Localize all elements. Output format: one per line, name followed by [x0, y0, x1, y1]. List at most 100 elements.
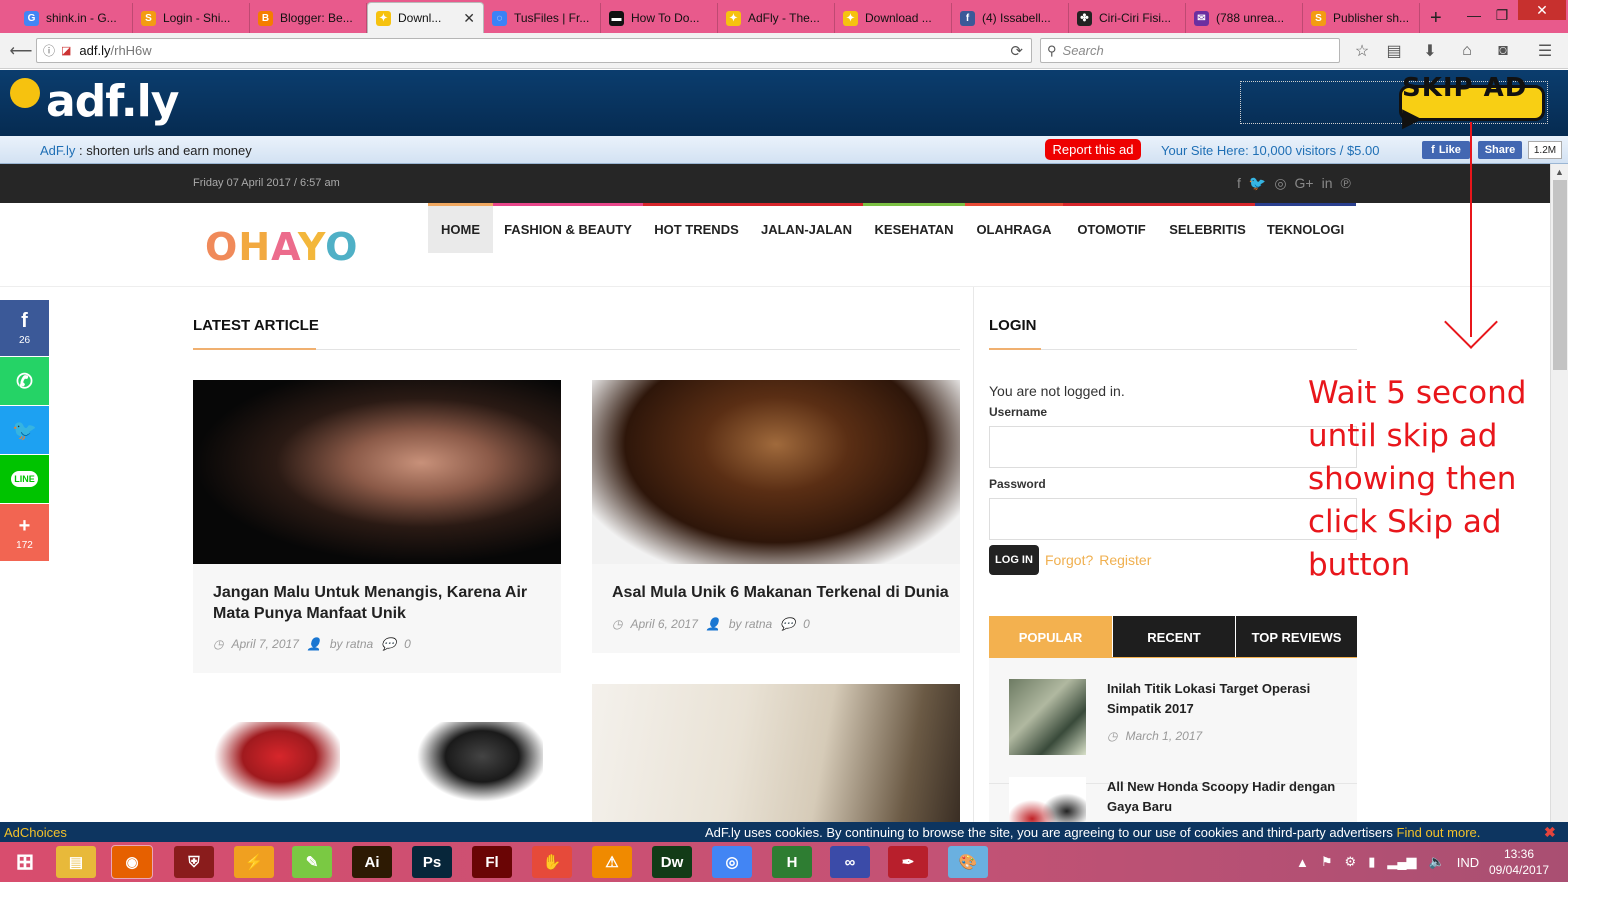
- download-icon[interactable]: ⬇: [1415, 37, 1445, 65]
- report-ad-button[interactable]: Report this ad: [1045, 139, 1141, 160]
- article-card[interactable]: Jangan Malu Untuk Menangis, Karena Air M…: [193, 380, 561, 673]
- input-language[interactable]: IND: [1457, 855, 1479, 870]
- nav-item-kesehatan[interactable]: KESEHATAN: [863, 203, 965, 253]
- browser-tab[interactable]: ✦ Download ...: [835, 3, 952, 33]
- pocket-icon[interactable]: ◙: [1488, 37, 1518, 65]
- tab-top-reviews[interactable]: TOP REVIEWS: [1236, 616, 1357, 658]
- article-image-scooters[interactable]: [193, 692, 561, 822]
- article-image-crying-woman[interactable]: [193, 380, 561, 564]
- camera-app-icon[interactable]: ✋: [532, 846, 572, 878]
- share-more-button[interactable]: +172: [0, 504, 49, 561]
- browser-tab[interactable]: f (4) Issabell...: [952, 3, 1069, 33]
- info-icon[interactable]: ⓘ: [43, 42, 55, 59]
- nav-item-fashion-beauty[interactable]: FASHION & BEAUTY: [493, 203, 643, 253]
- article-image-face-mask[interactable]: [592, 684, 960, 822]
- back-button[interactable]: ⟵: [6, 37, 36, 65]
- shield-app-icon[interactable]: ⛨: [174, 846, 214, 878]
- flag-icon[interactable]: ⚑: [1321, 854, 1333, 870]
- cookie-close-icon[interactable]: ✖: [1544, 824, 1556, 841]
- facebook-like-button[interactable]: f Like: [1422, 141, 1470, 159]
- bookmark-star-icon[interactable]: ☆: [1347, 37, 1377, 65]
- browser-tab[interactable]: S Publisher sh...: [1303, 3, 1420, 33]
- flash-icon[interactable]: Fl: [472, 846, 512, 878]
- chrome-icon[interactable]: ◎: [712, 846, 752, 878]
- browser-tab[interactable]: ✦ AdFly - The...: [718, 3, 835, 33]
- file-explorer-icon[interactable]: ▤: [56, 846, 96, 878]
- tab-popular[interactable]: POPULAR: [989, 616, 1112, 658]
- social-icon[interactable]: ◎: [1274, 175, 1286, 192]
- popular-title[interactable]: All New Honda Scoopy Hadir dengan Gaya B…: [1107, 777, 1337, 817]
- article-title[interactable]: Jangan Malu Untuk Menangis, Karena Air M…: [213, 582, 543, 624]
- tab-close-icon[interactable]: ✕: [463, 10, 475, 27]
- popular-thumb-police[interactable]: [1009, 679, 1086, 755]
- green-app-icon[interactable]: ✎: [292, 846, 332, 878]
- login-button[interactable]: LOG IN: [989, 545, 1039, 575]
- browser-tab[interactable]: Gshink.in - G...: [16, 3, 133, 33]
- share-twitter-button[interactable]: 🐦: [0, 406, 49, 454]
- settings-icon[interactable]: ⚙: [1345, 854, 1357, 870]
- start-icon[interactable]: ⊞: [2, 846, 48, 878]
- dreamweaver-icon[interactable]: Dw: [652, 846, 692, 878]
- search-input[interactable]: ⚲ Search: [1040, 38, 1340, 63]
- your-site-here-link[interactable]: Your Site Here: 10,000 visitors / $5.00: [1161, 143, 1379, 158]
- social-icon[interactable]: ℗: [1341, 175, 1351, 192]
- nav-item-jalan-jalan[interactable]: JALAN-JALAN: [750, 203, 863, 253]
- battery-icon[interactable]: ▮: [1368, 854, 1375, 870]
- firefox-icon[interactable]: ◉: [111, 845, 153, 879]
- list-item[interactable]: All New Honda Scoopy Hadir dengan Gaya B…: [1009, 777, 1349, 822]
- share-line-button[interactable]: LINE: [0, 455, 49, 503]
- nav-item-hot-trends[interactable]: HOT TRENDS: [643, 203, 750, 253]
- social-icon[interactable]: 🐦: [1249, 175, 1266, 192]
- vlc-icon[interactable]: ⚠: [592, 846, 632, 878]
- nav-item-olahraga[interactable]: OLAHRAGA: [965, 203, 1063, 253]
- tool-app-icon[interactable]: ⚡: [234, 846, 274, 878]
- tray-expand-icon[interactable]: ▲: [1296, 855, 1309, 870]
- nav-item-teknologi[interactable]: TEKNOLOGI: [1255, 203, 1356, 253]
- menu-icon[interactable]: ☰: [1530, 37, 1560, 65]
- register-link[interactable]: Register: [1099, 552, 1151, 568]
- social-icon[interactable]: f: [1237, 175, 1241, 192]
- article-card[interactable]: Asal Mula Unik 6 Makanan Terkenal di Dun…: [592, 380, 960, 653]
- illustrator-icon[interactable]: Ai: [352, 846, 392, 878]
- browser-tab[interactable]: S Login - Shi...: [133, 3, 250, 33]
- nav-item-home[interactable]: HOME: [428, 203, 493, 253]
- popular-thumb-scooter[interactable]: [1009, 777, 1086, 822]
- reload-icon[interactable]: ⟳: [1010, 42, 1023, 60]
- share-whatsapp-button[interactable]: ✆: [0, 357, 49, 405]
- facebook-share-button[interactable]: Share: [1478, 141, 1522, 159]
- social-icon[interactable]: G+: [1295, 175, 1314, 192]
- browser-tab[interactable]: ✦ Downl... ✕: [367, 2, 484, 33]
- photoshop-icon[interactable]: Ps: [412, 846, 452, 878]
- infinity-app-icon[interactable]: ∞: [830, 846, 870, 878]
- article-image-brownie[interactable]: [592, 380, 960, 564]
- scroll-thumb[interactable]: [1553, 180, 1567, 370]
- ohayo-logo[interactable]: OHAYO: [205, 225, 358, 269]
- signal-icon[interactable]: ▂▄▆: [1387, 854, 1416, 870]
- browser-tab[interactable]: ✤ Ciri-Ciri Fisi...: [1069, 3, 1186, 33]
- taskbar-clock[interactable]: 13:36 09/04/2017: [1484, 846, 1554, 878]
- nav-item-otomotif[interactable]: OTOMOTIF: [1063, 203, 1160, 253]
- adchoices-link[interactable]: AdChoices: [4, 825, 67, 840]
- adfly-logo[interactable]: adf.ly: [10, 76, 179, 127]
- home-icon[interactable]: ⌂: [1452, 37, 1482, 65]
- scroll-up-icon[interactable]: ▲: [1551, 164, 1568, 180]
- username-field[interactable]: [989, 426, 1357, 468]
- url-bar[interactable]: ⓘ ◪ adf.ly/rhH6w ⟳: [36, 38, 1032, 63]
- volume-icon[interactable]: 🔈: [1429, 854, 1445, 870]
- password-field[interactable]: [989, 498, 1357, 540]
- share-facebook-button[interactable]: f 26: [0, 300, 49, 356]
- article-title[interactable]: Asal Mula Unik 6 Makanan Terkenal di Dun…: [612, 582, 952, 603]
- paint-icon[interactable]: 🎨: [948, 846, 988, 878]
- browser-tab[interactable]: ◌ TusFiles | Fr...: [484, 3, 601, 33]
- minimize-button[interactable]: —: [1462, 0, 1486, 30]
- new-tab-button[interactable]: +: [1420, 3, 1452, 33]
- forgot-link[interactable]: Forgot?: [1045, 552, 1093, 568]
- browser-tab[interactable]: ▬ How To Do...: [601, 3, 718, 33]
- social-icon[interactable]: in: [1322, 175, 1333, 192]
- maximize-button[interactable]: ❐: [1490, 0, 1514, 30]
- popular-title[interactable]: Inilah Titik Lokasi Target Operasi Simpa…: [1107, 679, 1337, 719]
- acrobat-icon[interactable]: ✒: [888, 846, 928, 878]
- page-scrollbar[interactable]: ▲: [1550, 164, 1568, 822]
- find-out-more-link[interactable]: Find out more.: [1397, 825, 1481, 840]
- browser-tab[interactable]: B Blogger: Be...: [250, 3, 367, 33]
